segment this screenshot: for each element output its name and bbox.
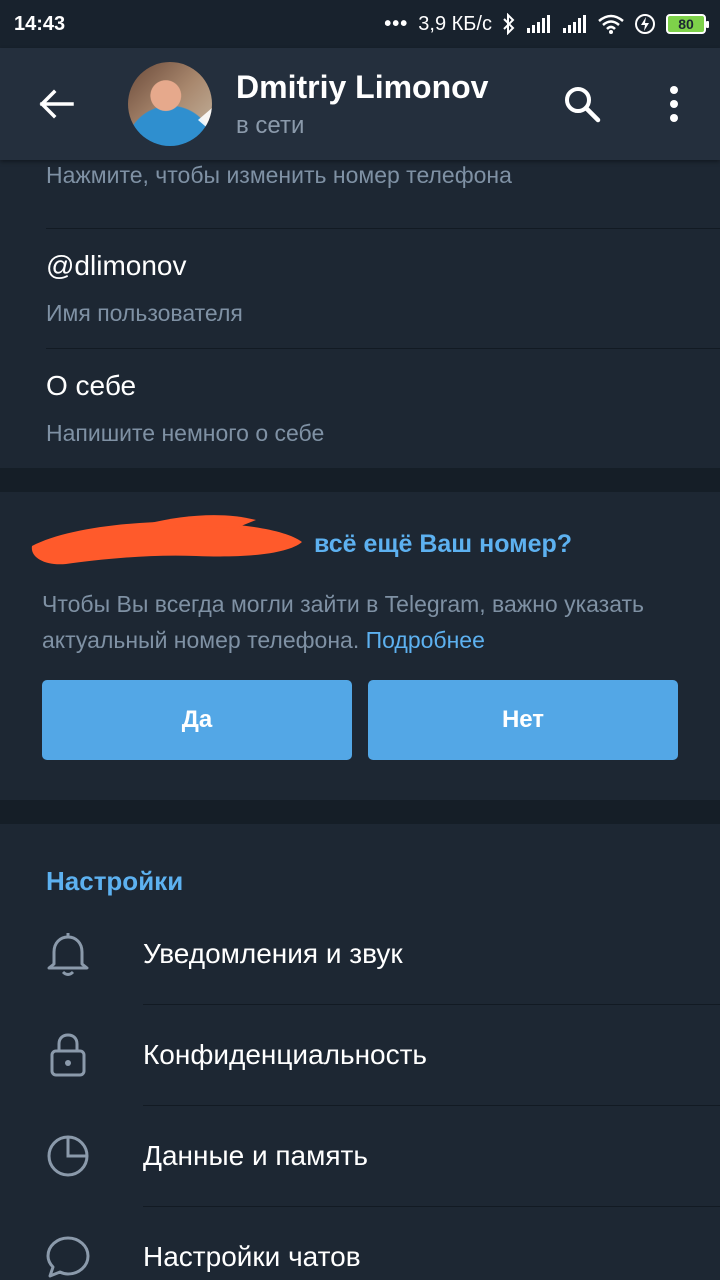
settings-title: Настройки: [46, 866, 184, 896]
signal-icon: [526, 14, 552, 34]
bio-label: Напишите немного о себе: [46, 420, 325, 446]
bluetooth-icon: [502, 13, 516, 35]
divider: [46, 348, 720, 349]
number-check-card: всё ещё Ваш номер? Чтобы Вы всегда могли…: [0, 492, 720, 800]
back-button[interactable]: [28, 76, 84, 132]
more-link[interactable]: Подробнее: [366, 627, 485, 653]
chat-bubble-icon: [44, 1233, 92, 1280]
section-gap: [0, 800, 720, 824]
settings-item-label: Уведомления и звук: [143, 938, 403, 969]
username-row[interactable]: @dlimonov Имя пользователя: [46, 250, 720, 327]
bio-row[interactable]: О себе Напишите немного о себе: [46, 370, 720, 447]
settings-item-data-storage[interactable]: Данные и память: [0, 1106, 720, 1206]
battery-indicator: 80: [666, 14, 709, 34]
section-gap: [0, 468, 720, 492]
search-icon: [565, 87, 601, 123]
pie-chart-icon: [44, 1132, 92, 1180]
settings-item-label: Настройки чатов: [143, 1241, 361, 1272]
phone-hint: Нажмите, чтобы изменить номер телефона: [46, 162, 512, 188]
lock-icon: [44, 1031, 92, 1079]
settings-item-privacy[interactable]: Конфиденциальность: [0, 1005, 720, 1105]
signal-icon-2: [562, 14, 588, 34]
username-value: @dlimonov: [46, 250, 187, 281]
avatar[interactable]: [128, 62, 212, 146]
phone-row[interactable]: Нажмите, чтобы изменить номер телефона: [46, 162, 720, 189]
status-indicators: ••• 3,9 КБ/с 80: [384, 12, 709, 36]
title-block: Dmitriy Limonov в сети: [236, 69, 488, 140]
notification-dots: •••: [384, 12, 409, 35]
status-bar: 14:43 ••• 3,9 КБ/с 80: [0, 0, 720, 48]
explanation-text: Чтобы Вы всегда могли зайти в Telegram, …: [42, 591, 645, 653]
more-vertical-icon: [670, 86, 678, 122]
network-speed: 3,9 КБ/с: [418, 12, 492, 35]
user-status: в сети: [236, 111, 305, 139]
settings-section: Настройки Уведомления и звук Конфиденциа…: [0, 824, 720, 1280]
profile-header: Dmitriy Limonov в сети: [0, 48, 720, 160]
avatar-camera-fold: [184, 108, 212, 132]
charging-icon: [634, 13, 656, 35]
divider: [46, 228, 720, 229]
number-question: всё ещё Ваш номер?: [314, 530, 573, 558]
redaction-scribble: [31, 515, 303, 565]
profile-screen: 14:43 ••• 3,9 КБ/с 80 Dmitriy Limonov в …: [0, 0, 720, 1280]
header-actions: [558, 80, 698, 128]
user-name: Dmitriy Limonov: [236, 68, 489, 105]
settings-item-label: Конфиденциальность: [143, 1039, 428, 1070]
search-button[interactable]: [558, 80, 606, 128]
status-time: 14:43: [14, 12, 66, 35]
bell-icon: [44, 930, 92, 978]
number-explanation: Чтобы Вы всегда могли зайти в Telegram, …: [42, 586, 682, 658]
arrow-left-icon: [39, 89, 74, 119]
profile-info-section: Нажмите, чтобы изменить номер телефона @…: [0, 140, 720, 468]
wifi-icon: [598, 14, 624, 34]
more-options-button[interactable]: [650, 80, 698, 128]
settings-item-notifications[interactable]: Уведомления и звук: [0, 904, 720, 1004]
username-label: Имя пользователя: [46, 300, 243, 326]
yes-button[interactable]: Да: [42, 680, 352, 760]
no-button[interactable]: Нет: [368, 680, 678, 760]
settings-item-label: Данные и память: [143, 1140, 368, 1171]
bio-value: О себе: [46, 370, 137, 401]
settings-item-chat-settings[interactable]: Настройки чатов: [0, 1207, 720, 1280]
